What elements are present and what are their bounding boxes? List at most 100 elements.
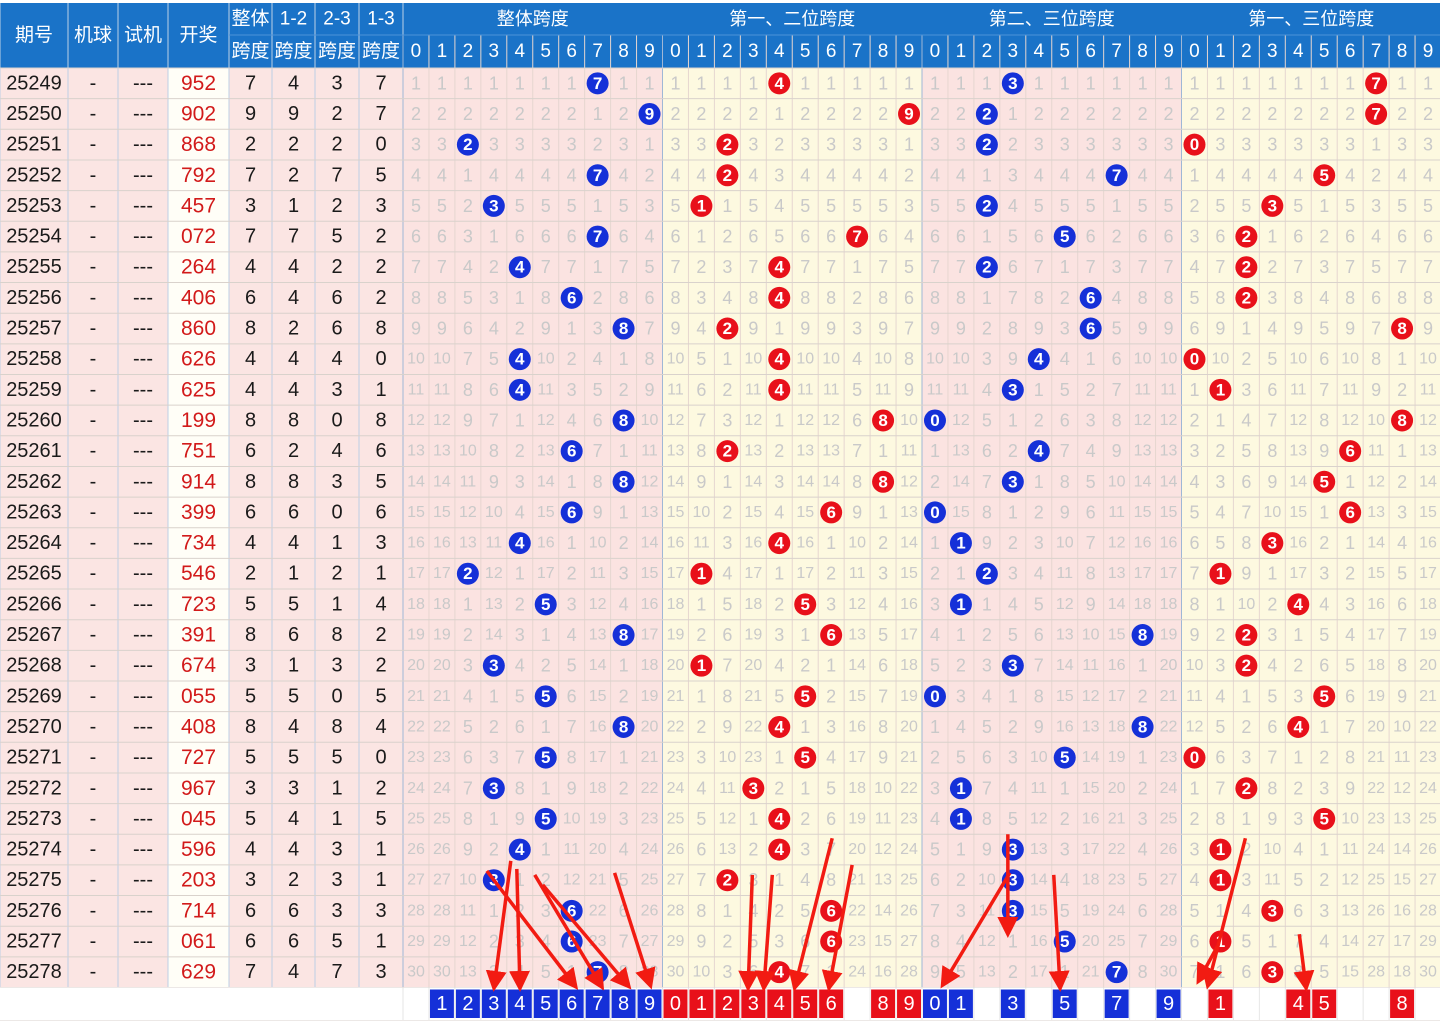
cell-span: 8 <box>245 716 256 738</box>
miss-count: 4 <box>1319 932 1329 952</box>
miss-count: 3 <box>774 625 784 645</box>
miss-count: 1 <box>411 73 421 93</box>
miss-count: 4 <box>722 564 732 584</box>
digit-header-1-9: 9 <box>904 41 915 62</box>
miss-count: 7 <box>1423 257 1433 277</box>
miss-count: 3 <box>515 625 525 645</box>
miss-count: 5 <box>1215 533 1225 553</box>
miss-count: 12 <box>563 872 581 889</box>
cell-trial: --- <box>133 839 153 861</box>
cell-s12: 5 <box>288 747 299 769</box>
miss-count: 4 <box>956 165 966 185</box>
hit-ball-label: 4 <box>515 840 525 859</box>
miss-count: 1 <box>1241 73 1251 93</box>
miss-count: 1 <box>956 73 966 93</box>
miss-count: 5 <box>1241 932 1251 952</box>
miss-count: 2 <box>437 104 447 124</box>
miss-count: 11 <box>1082 657 1099 674</box>
header-s23-top: 2-3 <box>323 9 350 30</box>
header-machine: 机球 <box>74 24 112 46</box>
miss-count: 1 <box>774 319 784 339</box>
digit-header-3-2: 2 <box>1241 41 1252 62</box>
hit-ball-label: 6 <box>826 503 835 522</box>
hit-ball-label: 5 <box>800 748 809 767</box>
miss-count: 4 <box>878 165 888 185</box>
miss-count: 2 <box>1138 104 1148 124</box>
miss-count: 1 <box>1112 73 1122 93</box>
miss-count: 1 <box>593 257 603 277</box>
miss-count: 23 <box>1160 749 1178 766</box>
miss-count: 8 <box>1112 410 1122 430</box>
miss-count: 3 <box>541 901 551 921</box>
miss-count: 1 <box>489 809 499 829</box>
digit-header-0-0: 0 <box>411 41 422 62</box>
miss-count: 3 <box>670 135 680 155</box>
miss-count: 1 <box>1267 227 1277 247</box>
miss-count: 8 <box>1371 349 1381 369</box>
miss-count: 2 <box>489 932 499 952</box>
miss-count: 10 <box>1341 351 1359 368</box>
miss-count: 5 <box>1008 809 1018 829</box>
miss-count: 5 <box>593 380 603 400</box>
miss-count: 13 <box>1030 841 1048 858</box>
miss-count: 15 <box>1056 688 1074 705</box>
miss-count: 4 <box>1086 165 1096 185</box>
miss-count: 2 <box>1008 441 1018 461</box>
cell-s12: 3 <box>288 777 299 799</box>
hit-ball-label: 2 <box>1242 626 1251 645</box>
miss-count: 11 <box>1108 504 1125 521</box>
miss-count: 6 <box>1397 227 1407 247</box>
cell-trial: --- <box>133 440 153 462</box>
miss-count: 5 <box>1215 717 1225 737</box>
miss-count: 2 <box>1008 533 1018 553</box>
miss-count: 8 <box>1319 410 1329 430</box>
cell-issue: 25257 <box>6 318 62 340</box>
miss-count: 11 <box>641 443 658 460</box>
miss-count: 2 <box>956 870 966 890</box>
miss-count: 3 <box>852 319 862 339</box>
cell-draw: 408 <box>181 715 216 738</box>
miss-count: 4 <box>670 165 680 185</box>
miss-count: 5 <box>1138 870 1148 890</box>
miss-count: 7 <box>1034 656 1044 676</box>
miss-count: 10 <box>1419 351 1437 368</box>
miss-count: 3 <box>1267 625 1277 645</box>
hit-ball-label: 1 <box>956 779 965 798</box>
miss-count: 6 <box>930 870 940 890</box>
cell-draw: 967 <box>181 777 216 800</box>
miss-count: 2 <box>1215 104 1225 124</box>
hit-ball-label: 6 <box>1345 503 1354 522</box>
cell-span: 7 <box>245 961 256 983</box>
cell-draw: 045 <box>181 807 216 830</box>
miss-count: 2 <box>593 288 603 308</box>
cell-span: 5 <box>245 808 256 830</box>
miss-count: 1 <box>904 135 914 155</box>
digit-header-2-3: 3 <box>1008 41 1019 62</box>
hit-ball-label: 1 <box>697 196 706 215</box>
cell-s23: 5 <box>331 226 342 248</box>
miss-count: 4 <box>541 165 551 185</box>
hit-ball-label: 3 <box>1268 196 1277 215</box>
miss-count: 11 <box>486 535 503 552</box>
miss-count: 7 <box>1008 288 1018 308</box>
cell-trial: --- <box>133 961 153 983</box>
miss-count: 25 <box>667 810 685 827</box>
cell-issue: 25249 <box>6 72 62 94</box>
digit-header-1-7: 7 <box>852 41 863 62</box>
cell-s12: 8 <box>288 409 299 431</box>
hit-ball-label: 6 <box>1345 442 1354 461</box>
miss-count: 14 <box>796 473 814 490</box>
miss-count: 19 <box>900 688 918 705</box>
miss-count: 10 <box>1367 412 1385 429</box>
cell-machine: - <box>90 103 97 125</box>
miss-count: 2 <box>1345 104 1355 124</box>
miss-count: 1 <box>748 73 758 93</box>
miss-count: 2 <box>930 104 940 124</box>
miss-count: 5 <box>1034 196 1044 216</box>
miss-count: 13 <box>1056 627 1074 644</box>
miss-count: 13 <box>874 872 892 889</box>
hit-ball-label: 2 <box>982 135 991 154</box>
prediction-digit: 8 <box>618 993 629 1015</box>
cell-machine: - <box>90 624 97 646</box>
cell-s12: 1 <box>288 563 299 585</box>
